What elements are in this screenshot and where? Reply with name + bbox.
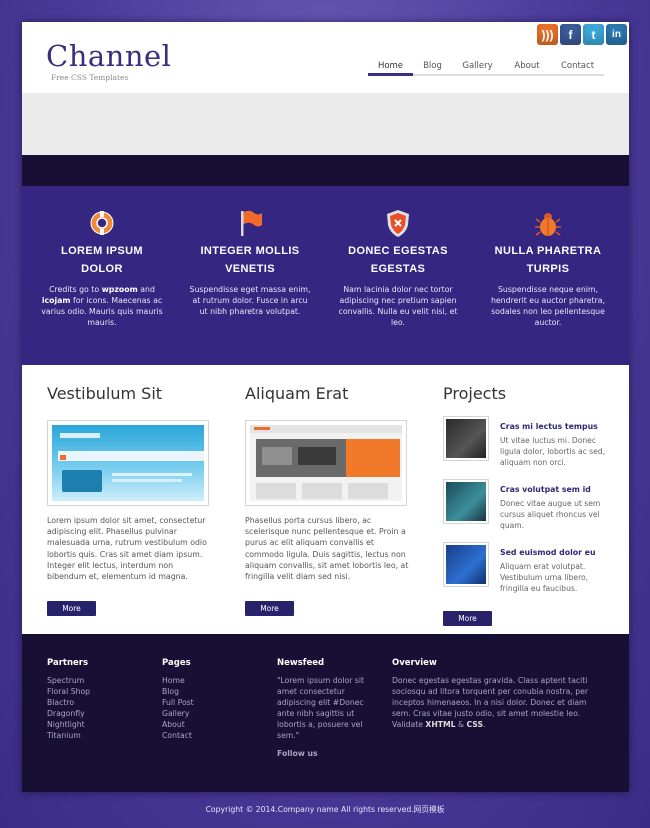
footer: Partners Spectrum Floral Shop Blactro Dr… — [22, 634, 629, 792]
partner-link[interactable]: Dragonfly — [47, 708, 90, 719]
project-2-thumbnail[interactable] — [443, 479, 489, 524]
footer-page-link[interactable]: Home — [162, 675, 194, 686]
banner-area — [22, 93, 629, 155]
project-1-thumbnail[interactable] — [443, 416, 489, 461]
site-logo[interactable]: Channel — [46, 39, 171, 73]
partner-link[interactable]: Blactro — [47, 697, 90, 708]
project-3-text: Aliquam erat volutpat. Vestibulum urna l… — [500, 562, 589, 593]
project-1-text: Ut vitae luctus mi. Donec ligula dolor, … — [500, 436, 606, 467]
projects-column: Projects Cras mi lectus tempus Ut vitae … — [443, 365, 608, 626]
social-links: ))) f t in — [537, 24, 627, 45]
banner-strip — [22, 155, 629, 186]
site-tagline: Free CSS Templates — [51, 73, 129, 82]
project-item-2[interactable]: Cras volutpat sem id Donec vitae augue u… — [443, 479, 608, 531]
copyright: Copyright © 2014.Company name All rights… — [205, 805, 445, 814]
column-1-image[interactable] — [47, 420, 209, 506]
project-3-thumbnail[interactable] — [443, 542, 489, 587]
project-2-title[interactable]: Cras volutpat sem id — [500, 485, 608, 494]
newsfeed-text: "Lorem ipsum dolor sit amet consectetur … — [277, 676, 365, 741]
nav-contact[interactable]: Contact — [551, 58, 604, 74]
facebook-icon[interactable]: f — [560, 24, 581, 45]
partner-link[interactable]: Nightlight — [47, 719, 90, 730]
column-1-text: Lorem ipsum dolor sit amet, consectetur … — [47, 516, 207, 582]
partner-link[interactable]: Titanium — [47, 730, 90, 741]
linkedin-icon[interactable]: in — [606, 24, 627, 45]
feature-1-text: Credits go to wpzoom and icojam for icon… — [41, 285, 163, 327]
rss-icon[interactable]: ))) — [537, 24, 558, 45]
follow-us-link[interactable]: Follow us — [277, 749, 372, 758]
nav-gallery[interactable]: Gallery — [452, 58, 503, 74]
nav-about[interactable]: About — [503, 58, 551, 74]
project-2-text: Donec vitae augue ut sem cursus aliquet … — [500, 499, 601, 530]
nav-home[interactable]: Home — [368, 58, 413, 76]
project-1-title[interactable]: Cras mi lectus tempus — [500, 422, 608, 431]
overview-text: Donec egestas egestas gravida. Class apt… — [392, 676, 589, 730]
feature-4-text: Suspendisse neque enim, hendrerit eu auc… — [490, 285, 606, 327]
feature-2: INTEGER MOLLIS VENETIS Suspendisse eget m… — [188, 186, 312, 317]
partner-link[interactable]: Spectrum — [47, 675, 90, 686]
projects-more-button[interactable]: More — [443, 611, 492, 626]
page-frame: Channel Free CSS Templates ))) f t in Ho… — [22, 22, 629, 792]
feature-1-title: LOREM IPSUM DOLOR — [60, 245, 143, 275]
footer-overview-title: Overview — [392, 658, 437, 668]
feature-2-title: INTEGER MOLLIS VENETIS — [200, 245, 300, 275]
footer-newsfeed: Newsfeed "Lorem ipsum dolor sit amet con… — [277, 658, 372, 758]
project-item-1[interactable]: Cras mi lectus tempus Ut vitae luctus mi… — [443, 416, 608, 468]
project-item-3[interactable]: Sed euismod dolor eu Aliquam erat volutp… — [443, 542, 608, 594]
footer-pages: Pages Home Blog Full Post Gallery About … — [162, 658, 194, 742]
footer-partners: Partners Spectrum Floral Shop Blactro Dr… — [47, 658, 90, 742]
column-2-title: Aliquam Erat — [245, 384, 349, 403]
footer-page-link[interactable]: Gallery — [162, 708, 194, 719]
project-3-title[interactable]: Sed euismod dolor eu — [500, 548, 608, 557]
lifebuoy-icon — [90, 211, 114, 235]
feature-2-text: Suspendisse eget massa enim, at rutrum d… — [189, 285, 311, 316]
feature-3-text: Nam lacinia dolor nec tortor adipiscing … — [338, 285, 458, 327]
footer-pages-title: Pages — [162, 658, 191, 668]
content-column-1: Vestibulum Sit Lorem ipsum dolor sit ame… — [47, 365, 212, 617]
column-1-title: Vestibulum Sit — [47, 384, 163, 403]
feature-3-title: DONEC EGESTAS EGESTAS — [348, 245, 448, 275]
footer-newsfeed-title: Newsfeed — [277, 658, 325, 668]
column-2-image[interactable] — [245, 420, 407, 506]
css-link[interactable]: CSS — [466, 720, 483, 729]
projects-title: Projects — [443, 384, 507, 403]
shield-icon — [387, 210, 409, 237]
column-2-more-button[interactable]: More — [245, 601, 294, 617]
flag-icon — [241, 210, 262, 236]
partner-link[interactable]: Floral Shop — [47, 686, 90, 697]
bug-icon — [535, 213, 561, 236]
features-band: LOREM IPSUM DOLOR Credits go to wpzoom an… — [22, 186, 629, 365]
footer-page-link[interactable]: Full Post — [162, 697, 194, 708]
footer-page-link[interactable]: Contact — [162, 730, 194, 741]
footer-page-link[interactable]: About — [162, 719, 194, 730]
feature-3: DONEC EGESTAS EGESTAS Nam lacinia dolor n… — [336, 186, 460, 328]
footer-overview: Overview Donec egestas egestas gravida. … — [392, 658, 602, 730]
column-2-text: Phasellus porta cursus libero, ac sceler… — [245, 516, 409, 582]
twitter-icon[interactable]: t — [583, 24, 604, 45]
main-nav: Home Blog Gallery About Contact — [368, 58, 604, 76]
footer-page-link[interactable]: Blog — [162, 686, 194, 697]
feature-4: NULLA PHARETRA TURPIS Suspendisse neque e… — [486, 186, 610, 328]
feature-1: LOREM IPSUM DOLOR Credits go to wpzoom an… — [40, 186, 164, 328]
nav-blog[interactable]: Blog — [413, 58, 452, 74]
footer-partners-title: Partners — [47, 658, 89, 668]
xhtml-link[interactable]: XHTML — [425, 720, 455, 729]
column-1-more-button[interactable]: More — [47, 601, 96, 617]
content-column-2: Aliquam Erat Phasellus porta cursus libe… — [245, 365, 410, 617]
feature-4-title: NULLA PHARETRA TURPIS — [494, 245, 602, 275]
